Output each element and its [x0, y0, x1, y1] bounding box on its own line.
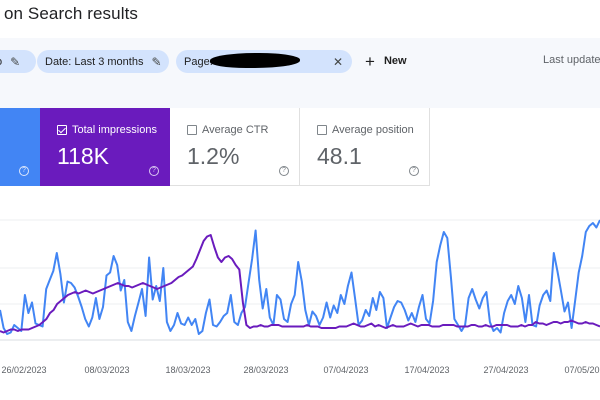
- close-icon[interactable]: ✕: [333, 55, 343, 69]
- filter-chip-page[interactable]: Page: ht ✕: [176, 50, 352, 73]
- ctr-checkbox[interactable]: [187, 125, 197, 135]
- metric-label: Average position: [332, 124, 414, 136]
- performance-chart-svg: 26/02/2023 08/03/2023 18/03/2023 28/03/2023…: [0, 219, 600, 375]
- metric-card-impressions[interactable]: Total impressions 118K ?: [40, 108, 170, 186]
- x-tick-label: 07/05/2023: [564, 365, 600, 375]
- x-tick-label: 17/04/2023: [404, 365, 449, 375]
- help-icon[interactable]: ?: [149, 166, 159, 176]
- filter-chip-label: o: [0, 56, 2, 68]
- performance-chart: 26/02/2023 08/03/2023 18/03/2023 28/03/2023…: [0, 186, 600, 400]
- plus-icon: +: [365, 51, 375, 71]
- metric-label: Total impressions: [72, 124, 157, 136]
- x-tick-label: 18/03/2023: [165, 365, 210, 375]
- last-update-text: Last update: [543, 54, 600, 66]
- help-icon[interactable]: ?: [409, 166, 419, 176]
- metric-card-position[interactable]: Average position 48.1 ?: [300, 108, 430, 186]
- x-tick-label: 07/04/2023: [323, 365, 368, 375]
- x-tick-label: 08/03/2023: [84, 365, 129, 375]
- metric-value: 1.2%: [187, 143, 240, 169]
- page-title: on Search results: [4, 4, 138, 23]
- metric-value: 118K: [57, 143, 110, 169]
- impressions-series-line: [0, 234, 600, 334]
- x-tick-label: 26/02/2023: [1, 365, 46, 375]
- new-filter-button[interactable]: + New: [365, 52, 407, 70]
- impressions-checkbox[interactable]: [57, 125, 67, 135]
- metric-label: Average CTR: [202, 124, 269, 136]
- edit-icon[interactable]: ✎: [151, 55, 161, 69]
- position-checkbox[interactable]: [317, 125, 327, 135]
- filter-chip-label: Date: Last 3 months: [45, 55, 144, 68]
- metric-card-clicks[interactable]: ?: [0, 108, 40, 186]
- page-header: on Search results: [0, 0, 600, 38]
- help-icon[interactable]: ?: [19, 166, 29, 176]
- filter-chip-search-type[interactable]: o ✎: [0, 50, 36, 73]
- metric-cards: ? Total impressions 118K ? Average CTR 1…: [0, 108, 600, 186]
- edit-icon[interactable]: ✎: [10, 55, 20, 69]
- new-filter-label: New: [383, 55, 407, 67]
- metric-value: 48.1: [317, 143, 362, 169]
- metric-card-ctr[interactable]: Average CTR 1.2% ?: [170, 108, 300, 186]
- x-tick-label: 27/04/2023: [483, 365, 528, 375]
- clicks-series-line: [0, 219, 600, 335]
- help-icon[interactable]: ?: [279, 166, 289, 176]
- filter-bar: o ✎ Date: Last 3 months ✎ Page: ht ✕: [0, 38, 600, 108]
- x-tick-label: 28/03/2023: [243, 365, 288, 375]
- filter-chip-date[interactable]: Date: Last 3 months ✎: [37, 50, 169, 73]
- redaction-mark: [210, 53, 300, 68]
